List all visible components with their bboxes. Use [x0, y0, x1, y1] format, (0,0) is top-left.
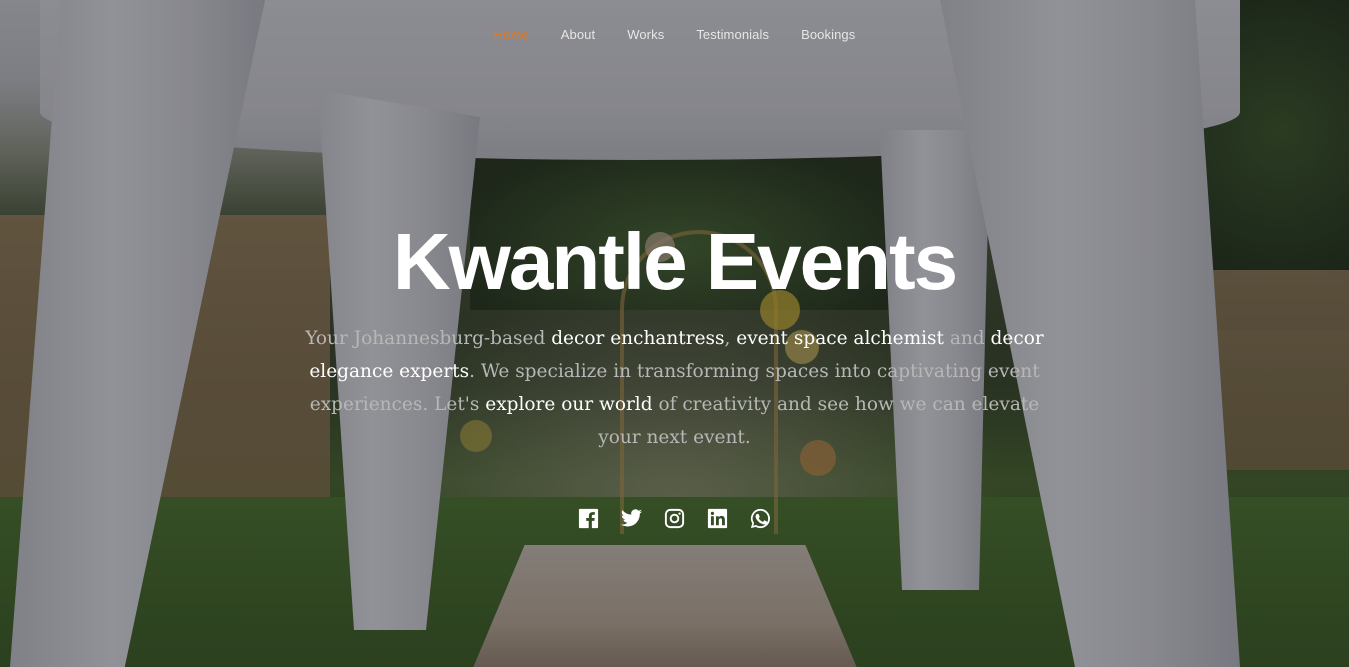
- tagline-highlight: decor enchantress: [551, 328, 725, 349]
- nav-item-works[interactable]: Works: [627, 27, 664, 42]
- hero-tagline: Your Johannesburg-based decor enchantres…: [300, 322, 1049, 454]
- instagram-icon[interactable]: [663, 507, 686, 530]
- hero-section: Home About Works Testimonials Bookings K…: [0, 0, 1349, 667]
- tagline-text: of creativity and see how we can elevate…: [598, 394, 1040, 448]
- linkedin-icon[interactable]: [706, 507, 729, 530]
- whatsapp-icon[interactable]: [749, 507, 772, 530]
- hero-title: Kwantle Events: [392, 217, 958, 306]
- nav-item-home[interactable]: Home: [494, 27, 529, 42]
- nav-item-bookings[interactable]: Bookings: [801, 27, 855, 42]
- tagline-text: and: [943, 328, 991, 349]
- nav-item-testimonials[interactable]: Testimonials: [696, 27, 769, 42]
- tagline-text: Your Johannesburg-based: [305, 328, 552, 349]
- main-nav: Home About Works Testimonials Bookings: [0, 27, 1349, 42]
- tagline-highlight: event space alchemist: [736, 328, 944, 349]
- twitter-icon[interactable]: [620, 507, 643, 530]
- social-links: [0, 507, 1349, 530]
- facebook-icon[interactable]: [577, 507, 600, 530]
- nav-item-about[interactable]: About: [561, 27, 595, 42]
- tagline-text: ,: [724, 328, 737, 349]
- tagline-highlight: explore our world: [485, 394, 653, 415]
